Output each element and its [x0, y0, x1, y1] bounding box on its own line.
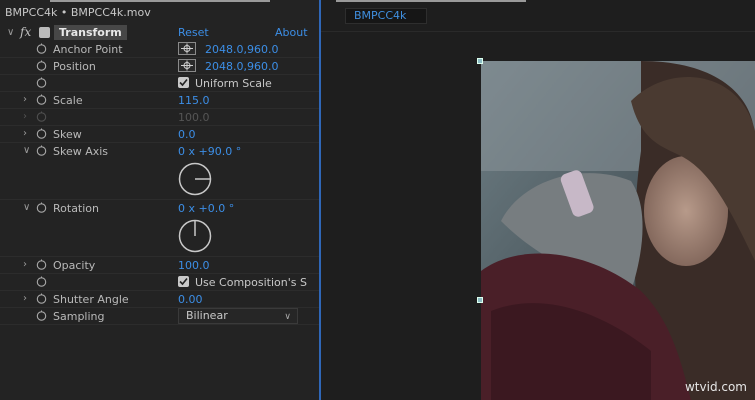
stopwatch-icon[interactable] [36, 43, 47, 54]
stopwatch-icon[interactable] [36, 202, 47, 213]
chevron-down-icon[interactable]: ∨ [7, 27, 14, 38]
property-label: Skew Axis [53, 145, 109, 158]
property-label: Rotation [53, 202, 100, 215]
property-row-position: Position 2048.0,960.0 [0, 58, 319, 75]
about-link[interactable]: About [275, 26, 308, 39]
property-label: Skew [53, 128, 82, 141]
tab-underline [336, 0, 526, 2]
chevron-down-icon: ∨ [284, 312, 291, 322]
stopwatch-icon[interactable] [36, 60, 47, 71]
stopwatch-icon[interactable] [36, 259, 47, 270]
chevron-right-icon[interactable]: › [23, 260, 31, 270]
crosshair-target-icon[interactable] [178, 59, 196, 72]
uniform-scale-checkbox[interactable] [178, 77, 189, 88]
property-row-shutter-angle: › Shutter Angle 0.00 [0, 291, 319, 308]
viewer-separator [321, 31, 755, 32]
use-comp-shutter-checkbox[interactable] [178, 276, 189, 287]
property-label: Position [53, 60, 96, 73]
property-row-rotation: ∨ Rotation 0 x +0.0 ° [0, 200, 319, 257]
property-row-opacity: › Opacity 100.0 [0, 257, 319, 274]
use-comp-shutter-label[interactable]: Use Composition's S [195, 276, 307, 289]
composition-viewer-footage[interactable] [481, 61, 755, 400]
layer-bounding-handle[interactable] [477, 297, 483, 303]
stopwatch-icon[interactable] [36, 145, 47, 156]
chevron-right-icon[interactable]: › [23, 294, 31, 304]
property-row-use-comp-shutter: Use Composition's S [0, 274, 319, 291]
crosshair-target-icon[interactable] [178, 42, 196, 55]
composition-tab[interactable]: BMPCC4k [345, 8, 427, 24]
rotation-dial[interactable] [178, 219, 212, 253]
position-value[interactable]: 2048.0,960.0 [205, 60, 278, 73]
watermark-text: wtvid.com [684, 380, 747, 394]
effect-name[interactable]: Transform [54, 25, 127, 40]
property-row-anchor-point: Anchor Point 2048.0,960.0 [0, 41, 319, 58]
stopwatch-icon[interactable] [36, 94, 47, 105]
stopwatch-icon [36, 111, 47, 122]
layer-bounding-handle[interactable] [477, 58, 483, 64]
property-row-sampling: Sampling Bilinear ∨ [0, 308, 319, 325]
property-label: Anchor Point [53, 43, 123, 56]
rotation-value[interactable]: 0 x +0.0 ° [178, 202, 234, 215]
stopwatch-icon[interactable] [36, 276, 47, 287]
skew-axis-value[interactable]: 0 x +90.0 ° [178, 145, 241, 158]
property-label: Sampling [53, 310, 105, 323]
scale-disabled-value: 100.0 [178, 111, 210, 124]
footage-frame-image [481, 61, 755, 400]
property-label: Shutter Angle [53, 293, 129, 306]
tab-underline [50, 0, 270, 2]
transform-effect-header[interactable]: ∨ fx Transform Reset About [0, 24, 319, 41]
shutter-angle-value[interactable]: 0.00 [178, 293, 203, 306]
property-row-skew-axis: ∨ Skew Axis 0 x +90.0 ° [0, 143, 319, 200]
composition-panel: BMPCC4k wtvid.com [321, 0, 755, 400]
chevron-right-icon[interactable]: › [23, 129, 31, 139]
property-row-scale: › Scale 115.0 [0, 92, 319, 109]
property-row-uniform-scale: Uniform Scale [0, 75, 319, 92]
property-label: Opacity [53, 259, 96, 272]
sampling-selected-value: Bilinear [186, 309, 228, 322]
skew-value[interactable]: 0.0 [178, 128, 196, 141]
anchor-point-value[interactable]: 2048.0,960.0 [205, 43, 278, 56]
stopwatch-icon[interactable] [36, 293, 47, 304]
chevron-down-icon[interactable]: ∨ [23, 146, 31, 156]
property-row-scale-width-disabled: › 100.0 [0, 109, 319, 126]
property-row-skew: › Skew 0.0 [0, 126, 319, 143]
property-label: Scale [53, 94, 83, 107]
opacity-value[interactable]: 100.0 [178, 259, 210, 272]
effect-controls-layer-title: BMPCC4k • BMPCC4k.mov [5, 6, 151, 19]
skew-axis-dial[interactable] [178, 162, 212, 196]
chevron-right-icon[interactable]: › [23, 95, 31, 105]
stopwatch-icon[interactable] [36, 77, 47, 88]
effect-controls-tab-bar: BMPCC4k • BMPCC4k.mov [0, 0, 319, 24]
sampling-dropdown[interactable]: Bilinear ∨ [178, 308, 298, 324]
fx-toggle[interactable]: fx [20, 25, 31, 39]
stopwatch-icon[interactable] [36, 128, 47, 139]
uniform-scale-label[interactable]: Uniform Scale [195, 77, 272, 90]
reset-link[interactable]: Reset [178, 26, 209, 39]
stopwatch-icon[interactable] [36, 310, 47, 321]
scale-value[interactable]: 115.0 [178, 94, 210, 107]
effect-controls-panel: BMPCC4k • BMPCC4k.mov ∨ fx Transform Res… [0, 0, 319, 400]
effect-preset-icon [39, 27, 50, 38]
chevron-down-icon[interactable]: ∨ [23, 203, 31, 213]
chevron-right-icon: › [23, 111, 27, 122]
